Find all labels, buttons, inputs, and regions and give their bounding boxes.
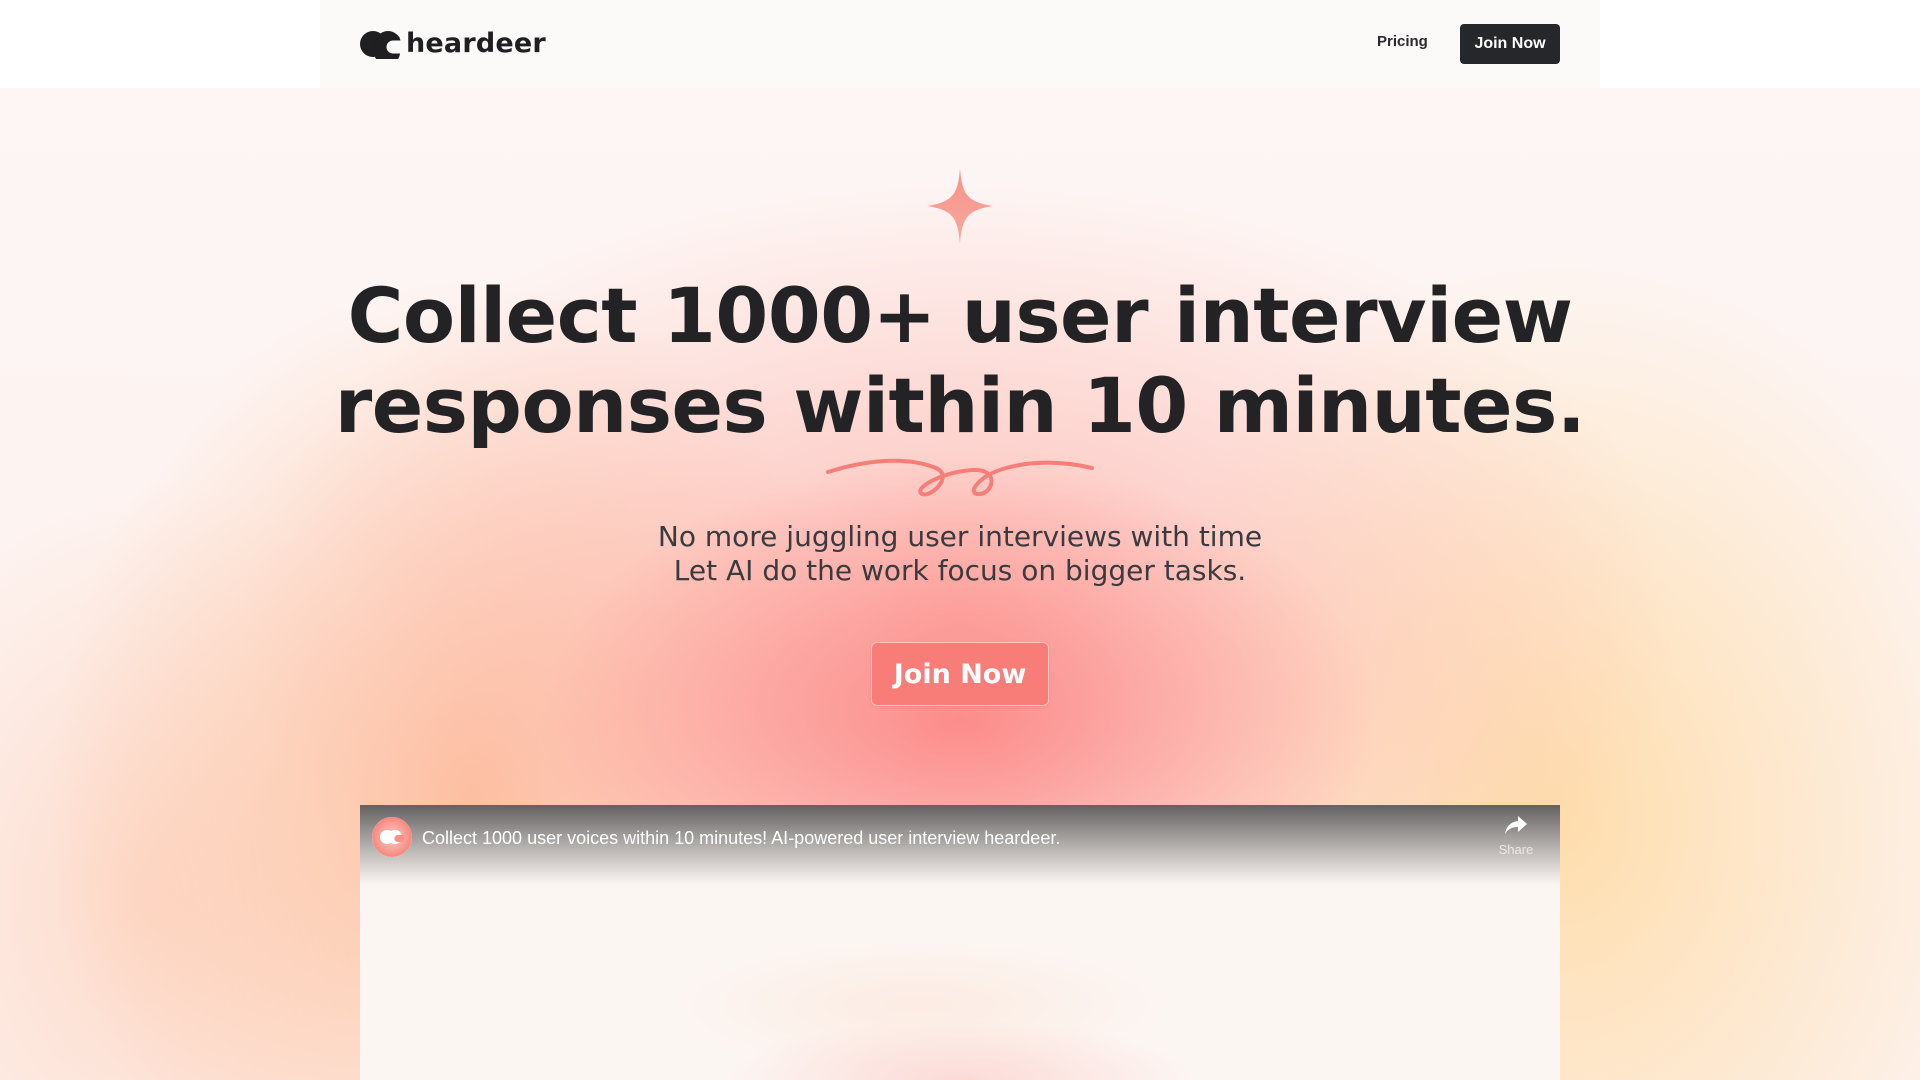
hero-title-line2: responses within 10 minutes. bbox=[334, 361, 1586, 450]
hero-subtitle-line2: Let AI do the work focus on bigger tasks… bbox=[673, 554, 1247, 587]
heardeer-logo-icon bbox=[360, 31, 402, 59]
video-title[interactable]: Collect 1000 user voices within 10 minut… bbox=[422, 828, 1060, 849]
brand-name: heardeer bbox=[406, 28, 546, 59]
nav-join-button[interactable]: Join Now bbox=[1460, 24, 1560, 64]
navbar-container: heardeer Pricing Join Now bbox=[320, 0, 1600, 88]
squiggle-underline-decoration bbox=[826, 458, 1094, 497]
share-arrow-icon bbox=[1505, 816, 1527, 834]
channel-avatar[interactable] bbox=[372, 817, 412, 857]
channel-avatar-logo-icon bbox=[372, 817, 412, 857]
hero-join-button[interactable]: Join Now bbox=[871, 642, 1049, 706]
brand-logo[interactable]: heardeer bbox=[360, 28, 546, 60]
sparkle-icon bbox=[927, 168, 993, 244]
hero-title: Collect 1000+ user interview responses w… bbox=[260, 271, 1660, 451]
video-embed[interactable]: Collect 1000 user voices within 10 minut… bbox=[360, 805, 1560, 1080]
video-share-button[interactable]: Share bbox=[1496, 815, 1536, 865]
hero-title-line1: Collect 1000+ user interview bbox=[347, 271, 1573, 360]
share-label: Share bbox=[1498, 842, 1534, 857]
top-navbar: heardeer Pricing Join Now bbox=[0, 0, 1920, 88]
nav-pricing-link[interactable]: Pricing bbox=[1377, 33, 1428, 50]
hero-subtitle-line1: No more juggling user interviews with ti… bbox=[657, 520, 1263, 553]
